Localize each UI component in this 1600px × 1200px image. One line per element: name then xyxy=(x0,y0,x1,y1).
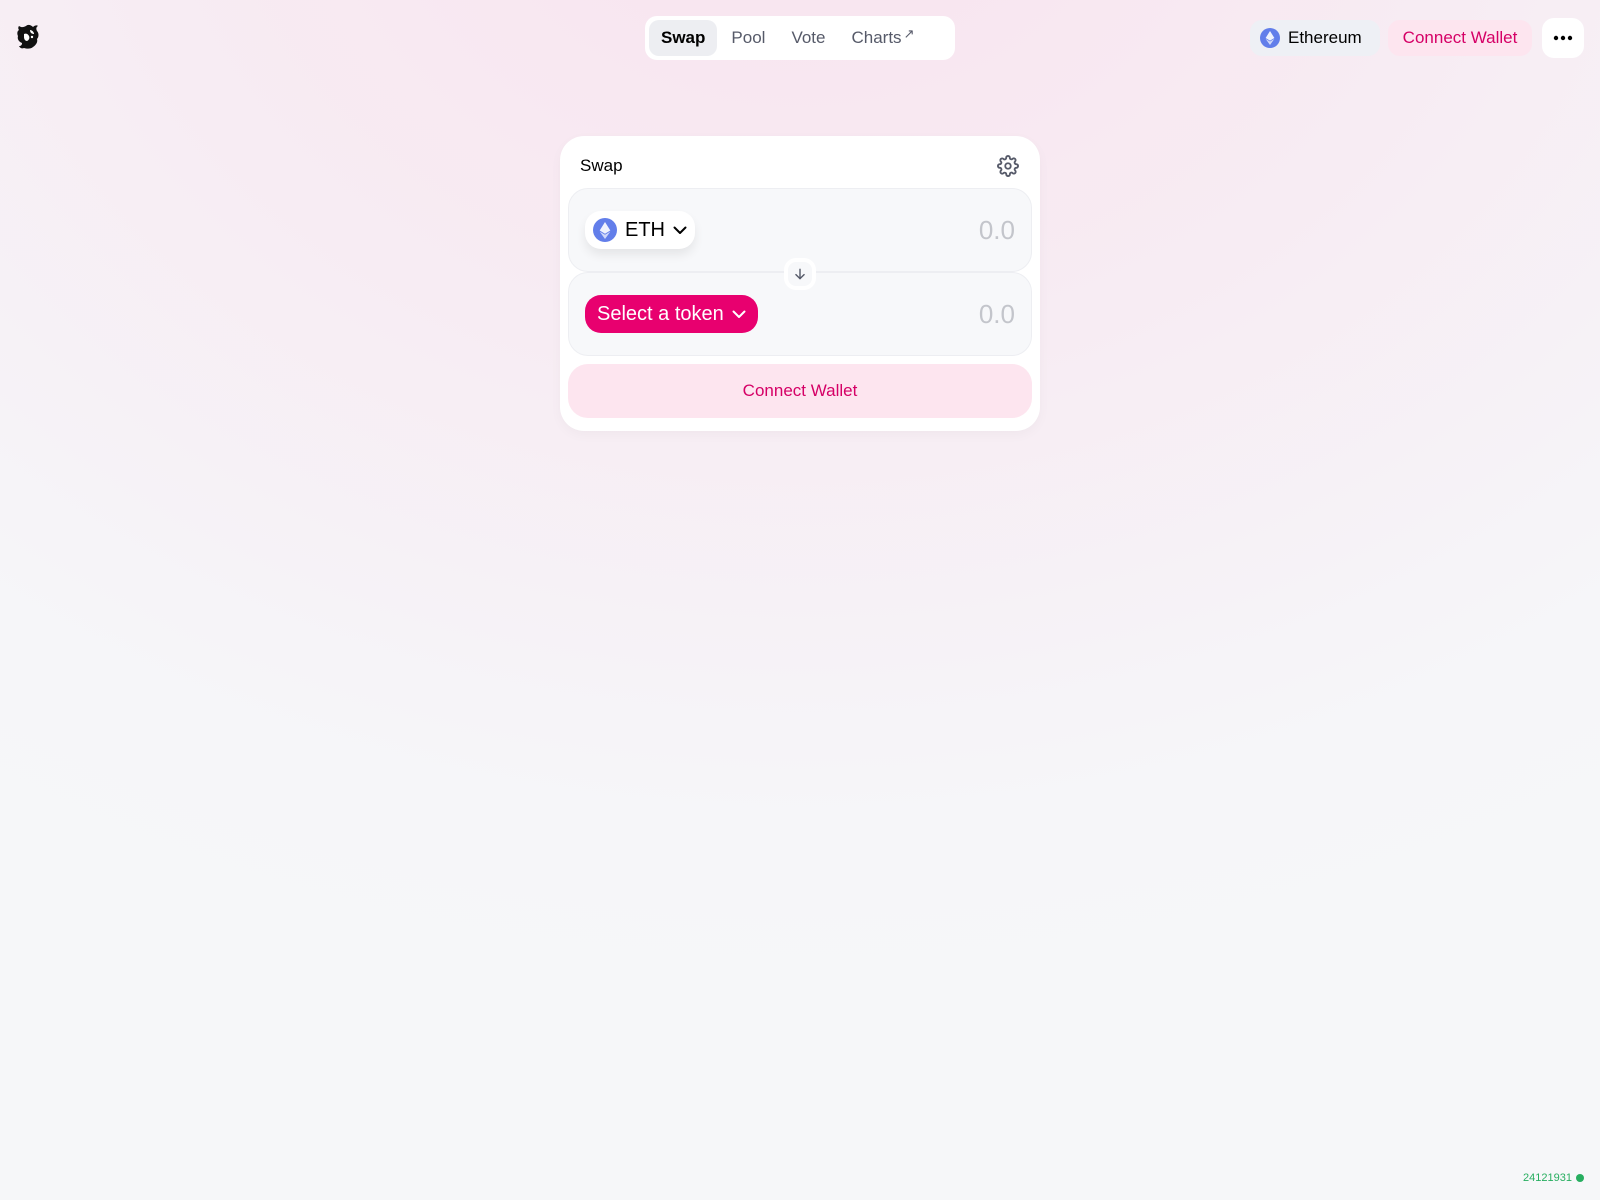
more-menu-button[interactable] xyxy=(1542,18,1584,58)
ethereum-icon xyxy=(1260,28,1280,48)
select-token-label: Select a token xyxy=(597,302,724,325)
swap-card-header: Swap xyxy=(568,144,1032,188)
swap-title: Swap xyxy=(580,156,623,175)
tab-pool-label: Pool xyxy=(731,28,766,47)
ellipsis-icon xyxy=(1553,35,1573,41)
uniswap-logo-icon[interactable] xyxy=(14,22,42,52)
tab-charts[interactable]: Charts ↗ xyxy=(839,20,926,56)
connect-wallet-button[interactable]: Connect Wallet xyxy=(568,364,1032,418)
tab-vote[interactable]: Vote xyxy=(779,20,837,56)
gear-icon xyxy=(997,155,1019,177)
chevron-down-icon xyxy=(732,310,746,318)
polling-status-dot xyxy=(1576,1174,1584,1182)
external-link-icon: ↗ xyxy=(903,26,915,41)
swap-card: Swap ETH 0.0 Select a token 0.0 Connect … xyxy=(560,136,1040,431)
eth-token-icon xyxy=(593,218,617,242)
chevron-down-icon xyxy=(673,226,687,234)
connect-wallet-header-label: Connect Wallet xyxy=(1402,28,1518,47)
network-label: Ethereum xyxy=(1288,28,1362,47)
input-amount-field[interactable] xyxy=(815,214,1015,246)
tab-swap-label: Swap xyxy=(661,28,706,47)
main-nav: Swap Pool Vote Charts ↗ xyxy=(645,16,955,60)
input-token-selector[interactable]: ETH xyxy=(585,211,695,249)
connect-wallet-header-button[interactable]: Connect Wallet xyxy=(1388,20,1532,56)
settings-button[interactable] xyxy=(996,154,1020,178)
tab-charts-label: Charts xyxy=(851,28,902,47)
switch-currencies-button[interactable] xyxy=(784,258,816,290)
network-selector[interactable]: Ethereum xyxy=(1250,20,1380,56)
block-number: 24121931 xyxy=(1523,1172,1572,1184)
select-token-button[interactable]: Select a token xyxy=(585,295,758,333)
unicorn-icon xyxy=(17,24,39,49)
tab-pool[interactable]: Pool xyxy=(719,20,777,56)
input-token-symbol: ETH xyxy=(625,218,665,241)
output-amount-field[interactable] xyxy=(815,298,1015,330)
connect-wallet-label: Connect Wallet xyxy=(742,381,858,400)
tab-swap[interactable]: Swap xyxy=(649,20,718,56)
arrow-down-icon xyxy=(795,268,805,280)
tab-vote-label: Vote xyxy=(791,28,826,47)
